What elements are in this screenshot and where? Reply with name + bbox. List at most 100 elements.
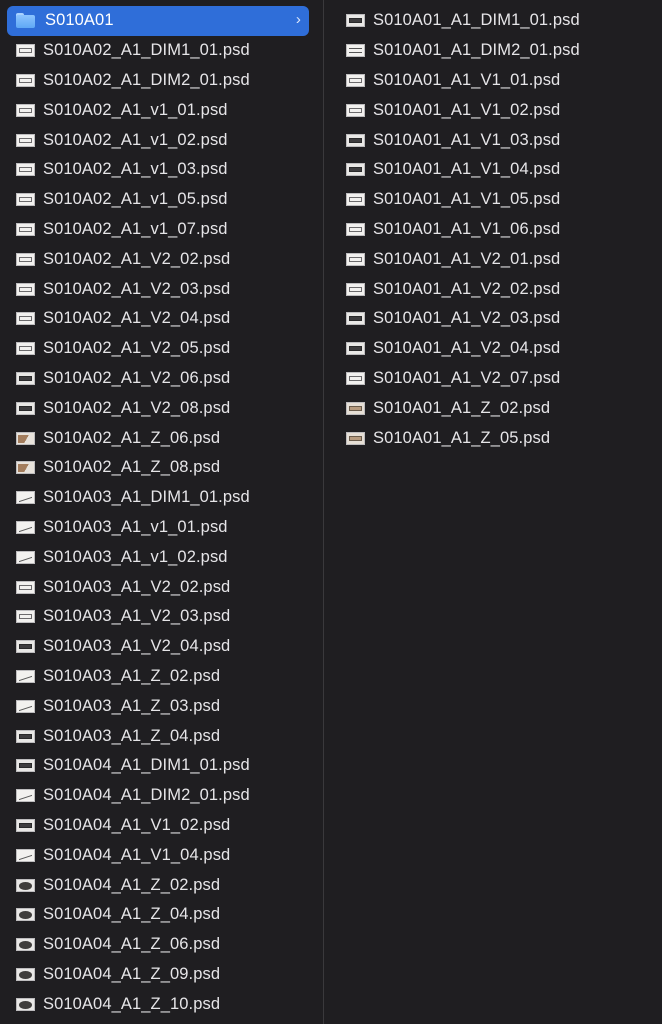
psd-thumbnail-icon xyxy=(16,640,35,654)
file-row[interactable]: S010A01_A1_V1_02.psd xyxy=(324,95,661,125)
psd-thumbnail-icon xyxy=(16,222,35,236)
psd-thumbnail-icon xyxy=(346,252,365,266)
file-row[interactable]: S010A03_A1_V2_03.psd xyxy=(0,602,323,632)
file-row[interactable]: S010A01_A1_V2_04.psd xyxy=(324,334,661,364)
file-row[interactable]: S010A03_A1_Z_02.psd xyxy=(0,662,323,692)
file-row[interactable]: S010A03_A1_v1_01.psd xyxy=(0,513,323,543)
file-name: S010A01 xyxy=(45,11,114,30)
file-row[interactable]: S010A02_A1_Z_06.psd xyxy=(0,423,323,453)
file-row[interactable]: S010A03_A1_DIM1_01.psd xyxy=(0,483,323,513)
folder-row[interactable]: S010A01 › xyxy=(7,6,309,36)
psd-thumbnail-icon xyxy=(16,342,35,356)
file-row[interactable]: S010A02_A1_v1_01.psd xyxy=(0,95,323,125)
file-row[interactable]: S010A01_A1_DIM1_01.psd xyxy=(324,6,661,36)
file-row[interactable]: S010A01_A1_Z_05.psd xyxy=(324,423,661,453)
file-row[interactable]: S010A04_A1_Z_04.psd xyxy=(0,900,323,930)
file-row[interactable]: S010A02_A1_DIM1_01.psd xyxy=(0,36,323,66)
file-row[interactable]: S010A02_A1_V2_04.psd xyxy=(0,304,323,334)
column-parent[interactable]: S010A01 › S010A02_A1_DIM1_01.psd S010A02_A1… xyxy=(0,0,324,1024)
file-row[interactable]: S010A03_A1_Z_04.psd xyxy=(0,721,323,751)
psd-thumbnail-icon xyxy=(16,848,35,862)
file-row[interactable]: S010A04_A1_Z_02.psd xyxy=(0,870,323,900)
psd-thumbnail-icon xyxy=(346,312,365,326)
psd-thumbnail-icon xyxy=(16,461,35,475)
file-name: S010A01_A1_Z_05.psd xyxy=(373,428,551,447)
file-name: S010A03_A1_V2_04.psd xyxy=(43,637,231,656)
file-name: S010A01_A1_V1_04.psd xyxy=(373,160,561,179)
file-row[interactable]: S010A03_A1_v1_02.psd xyxy=(0,542,323,572)
file-row[interactable]: S010A02_A1_v1_03.psd xyxy=(0,155,323,185)
file-name: S010A04_A1_Z_10.psd xyxy=(43,994,221,1013)
file-row[interactable]: S010A02_A1_Z_08.psd xyxy=(0,453,323,483)
file-row[interactable]: S010A01_A1_V1_04.psd xyxy=(324,155,661,185)
file-row[interactable]: S010A04_A1_Z_09.psd xyxy=(0,960,323,990)
file-name: S010A03_A1_Z_02.psd xyxy=(43,666,221,685)
file-name: S010A04_A1_DIM2_01.psd xyxy=(43,786,250,805)
psd-thumbnail-icon xyxy=(16,908,35,922)
file-name: S010A01_A1_V2_01.psd xyxy=(373,249,561,268)
file-name: S010A03_A1_Z_03.psd xyxy=(43,696,221,715)
file-row[interactable]: S010A03_A1_V2_04.psd xyxy=(0,632,323,662)
psd-thumbnail-icon xyxy=(16,163,35,177)
file-name: S010A01_A1_V2_03.psd xyxy=(373,309,561,328)
psd-thumbnail-icon xyxy=(346,342,365,356)
finder-column-browser: S010A01 › S010A02_A1_DIM1_01.psd S010A02_A1… xyxy=(0,0,662,1024)
file-row[interactable]: S010A02_A1_V2_06.psd xyxy=(0,364,323,394)
file-name: S010A03_A1_Z_04.psd xyxy=(43,726,221,745)
file-row[interactable]: S010A03_A1_V2_02.psd xyxy=(0,572,323,602)
file-name: S010A03_A1_V2_02.psd xyxy=(43,577,231,596)
file-name: S010A01_A1_V2_04.psd xyxy=(373,339,561,358)
file-name: S010A01_A1_Z_02.psd xyxy=(373,398,551,417)
file-row[interactable]: S010A03_A1_Z_03.psd xyxy=(0,691,323,721)
file-name: S010A02_A1_v1_03.psd xyxy=(43,160,228,179)
file-name: S010A04_A1_DIM1_01.psd xyxy=(43,756,250,775)
file-row[interactable]: S010A01_A1_V1_01.psd xyxy=(324,66,661,96)
file-row[interactable]: S010A02_A1_V2_02.psd xyxy=(0,244,323,274)
psd-thumbnail-icon xyxy=(16,759,35,773)
psd-thumbnail-icon xyxy=(16,371,35,385)
file-name: S010A02_A1_Z_06.psd xyxy=(43,428,221,447)
file-row[interactable]: S010A02_A1_v1_07.psd xyxy=(0,215,323,245)
column-folder-contents[interactable]: S010A01_A1_DIM1_01.psd S010A01_A1_DIM2_01… xyxy=(324,0,661,1024)
file-row[interactable]: S010A02_A1_v1_05.psd xyxy=(0,185,323,215)
psd-thumbnail-icon xyxy=(16,401,35,415)
file-row[interactable]: S010A01_A1_V1_05.psd xyxy=(324,185,661,215)
psd-thumbnail-icon xyxy=(16,938,35,952)
file-name: S010A04_A1_V1_02.psd xyxy=(43,815,231,834)
folder-icon xyxy=(16,13,35,29)
file-row[interactable]: S010A04_A1_V1_04.psd xyxy=(0,840,323,870)
file-row[interactable]: S010A01_A1_Z_02.psd xyxy=(324,393,661,423)
file-name: S010A02_A1_v1_05.psd xyxy=(43,190,228,209)
psd-thumbnail-icon xyxy=(16,610,35,624)
file-row[interactable]: S010A04_A1_Z_06.psd xyxy=(0,930,323,960)
file-name: S010A04_A1_Z_09.psd xyxy=(43,964,221,983)
file-name: S010A01_A1_DIM1_01.psd xyxy=(373,11,580,30)
file-row[interactable]: S010A01_A1_V1_03.psd xyxy=(324,125,661,155)
file-row[interactable]: S010A01_A1_V2_01.psd xyxy=(324,244,661,274)
file-row[interactable]: S010A04_A1_V1_02.psd xyxy=(0,811,323,841)
psd-thumbnail-icon xyxy=(16,103,35,117)
file-row[interactable]: S010A01_A1_V1_06.psd xyxy=(324,215,661,245)
file-row[interactable]: S010A02_A1_DIM2_01.psd xyxy=(0,66,323,96)
file-row[interactable]: S010A01_A1_V2_07.psd xyxy=(324,364,661,394)
file-row[interactable]: S010A04_A1_DIM2_01.psd xyxy=(0,781,323,811)
psd-thumbnail-icon xyxy=(16,789,35,803)
file-row[interactable]: S010A02_A1_v1_02.psd xyxy=(0,125,323,155)
psd-thumbnail-icon xyxy=(16,878,35,892)
file-row[interactable]: S010A01_A1_DIM2_01.psd xyxy=(324,36,661,66)
file-row[interactable]: S010A04_A1_DIM1_01.psd xyxy=(0,751,323,781)
file-row[interactable]: S010A01_A1_V2_02.psd xyxy=(324,274,661,304)
psd-thumbnail-icon xyxy=(16,699,35,713)
file-name: S010A02_A1_Z_08.psd xyxy=(43,458,221,477)
file-name: S010A02_A1_V2_08.psd xyxy=(43,398,231,417)
file-name: S010A02_A1_v1_01.psd xyxy=(43,100,228,119)
file-row[interactable]: S010A02_A1_V2_05.psd xyxy=(0,334,323,364)
file-name: S010A04_A1_V1_04.psd xyxy=(43,845,231,864)
file-row[interactable]: S010A01_A1_V2_03.psd xyxy=(324,304,661,334)
file-row[interactable]: S010A02_A1_V2_03.psd xyxy=(0,274,323,304)
file-name: S010A04_A1_Z_02.psd xyxy=(43,875,221,894)
file-name: S010A02_A1_V2_04.psd xyxy=(43,309,231,328)
file-row[interactable]: S010A04_A1_Z_10.psd xyxy=(0,989,323,1019)
file-row[interactable]: S010A02_A1_V2_08.psd xyxy=(0,393,323,423)
psd-thumbnail-icon xyxy=(346,401,365,415)
